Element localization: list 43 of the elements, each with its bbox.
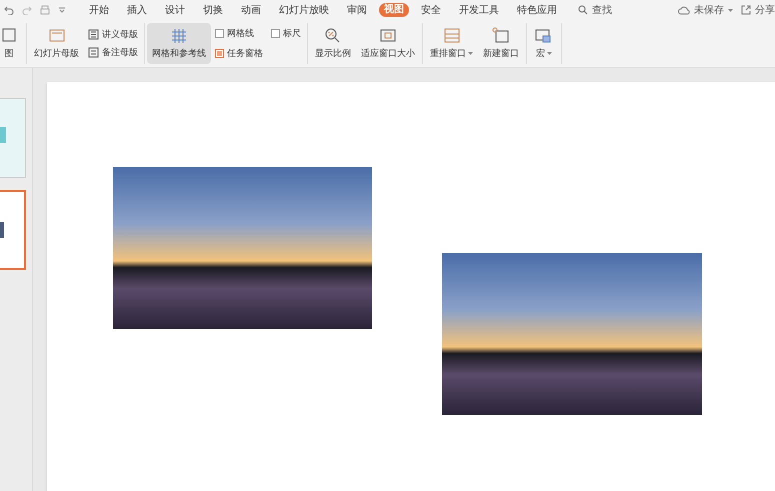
checkbox[interactable]: 标尺	[271, 27, 301, 40]
share-icon	[741, 5, 751, 15]
checkbox[interactable]: 网格线	[215, 27, 263, 40]
ribbon-button[interactable]: 备注母版	[88, 46, 138, 60]
ribbon-button[interactable]: 宏	[529, 23, 559, 64]
ribbon-button[interactable]: 讲义母版	[88, 28, 138, 41]
menu-tab[interactable]: 开始	[85, 2, 113, 18]
ribbon-button[interactable]: 适应窗口大小	[356, 23, 420, 64]
ribbon-button[interactable]: 图	[0, 23, 24, 64]
handout-icon	[88, 28, 99, 40]
menu-tab[interactable]: 审阅	[343, 2, 371, 18]
slide-thumbnail[interactable]	[0, 98, 26, 178]
menu-tab[interactable]: 安全	[417, 2, 445, 18]
cloud-icon	[678, 6, 690, 14]
slide-master-icon	[46, 26, 66, 44]
menu-tab[interactable]: 切换	[199, 2, 227, 18]
grid-icon	[169, 26, 189, 44]
menu-tab[interactable]: 插入	[123, 2, 151, 18]
caret-icon	[728, 8, 733, 12]
share-button[interactable]: 分享	[741, 2, 775, 18]
dropdown-icon[interactable]	[58, 7, 66, 13]
save-status-button[interactable]: 未保存	[678, 2, 733, 18]
ribbon-button[interactable]: 显示比例	[310, 23, 356, 64]
notes-icon	[88, 47, 99, 58]
menu-tab[interactable]: 特色应用	[513, 2, 561, 18]
arrange-icon	[442, 26, 462, 44]
search-button[interactable]: 查找	[578, 2, 612, 18]
menu-tab[interactable]: 动画	[237, 2, 265, 18]
menu-tab[interactable]: 开发工具	[455, 2, 503, 18]
ribbon-button[interactable]: 新建窗口	[478, 23, 524, 64]
checkbox[interactable]: 任务窗格	[215, 46, 263, 60]
menu-tab[interactable]: 幻灯片放映	[275, 2, 333, 18]
fit-icon	[378, 26, 398, 44]
slide-thumbnail[interactable]	[0, 190, 26, 270]
redo-icon[interactable]	[22, 6, 32, 14]
ribbon-button[interactable]: 网格和参考线	[147, 23, 211, 64]
new-window-icon	[491, 26, 511, 44]
undo-icon[interactable]	[4, 6, 14, 14]
print-icon[interactable]	[40, 5, 50, 15]
search-icon	[578, 5, 588, 15]
ribbon-button[interactable]: 幻灯片母版	[29, 23, 84, 64]
menu-tab[interactable]: 设计	[161, 2, 189, 18]
ribbon-button[interactable]: 重排窗口	[425, 23, 478, 64]
